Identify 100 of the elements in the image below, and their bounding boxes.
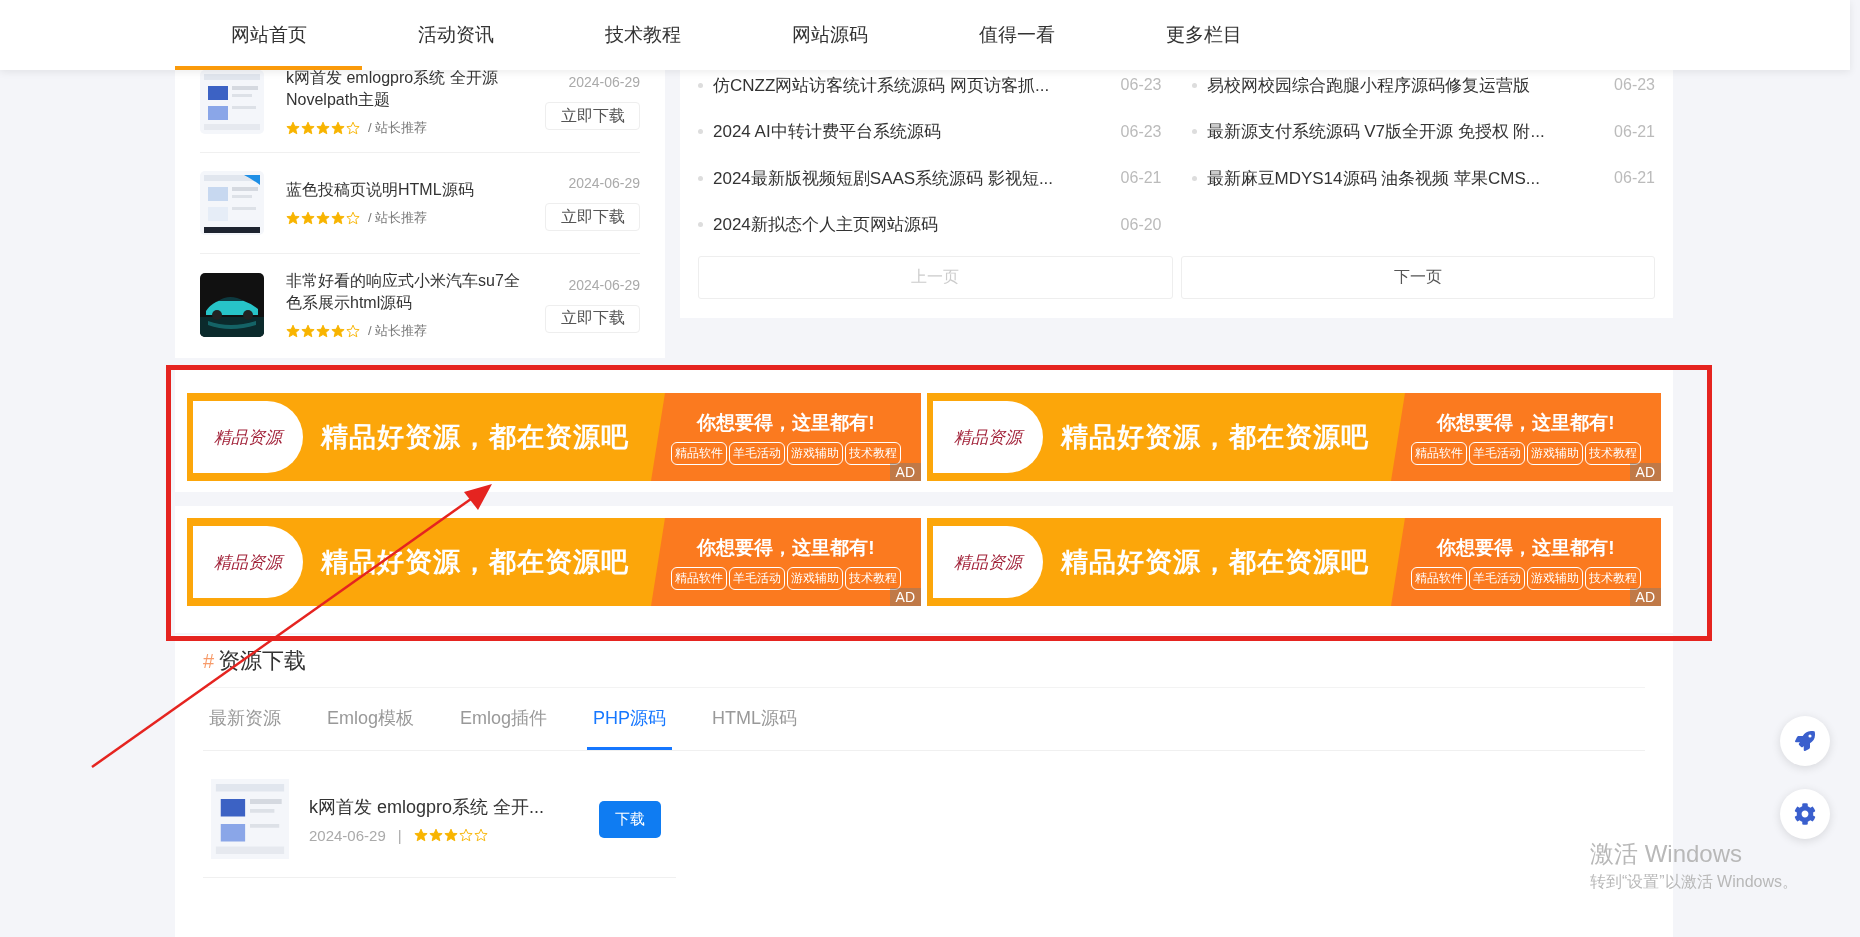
- star-icon: [331, 121, 345, 135]
- news-date: 06-23: [1614, 76, 1655, 95]
- star-icon: [301, 323, 315, 338]
- resource-title[interactable]: 蓝色投稿页说明HTML源码: [286, 179, 523, 201]
- back-to-top-button[interactable]: [1780, 716, 1830, 766]
- ad-logo: 精品资源: [193, 526, 303, 598]
- recommend-tag: / 站长推荐: [368, 119, 428, 137]
- ad-logo: 精品资源: [933, 401, 1043, 473]
- ad-logo: 精品资源: [193, 401, 303, 473]
- ad-tag: 羊毛活动: [729, 566, 785, 590]
- star-icon: [473, 828, 488, 842]
- settings-button[interactable]: [1780, 789, 1830, 839]
- pager-button[interactable]: 下一页: [1180, 256, 1655, 299]
- nav-tab[interactable]: 技术教程: [549, 0, 736, 70]
- star-icon: [443, 828, 458, 842]
- star-icon: [428, 828, 443, 842]
- ad-tag: 羊毛活动: [1469, 566, 1525, 590]
- ad-badge: AD: [1629, 588, 1661, 606]
- news-title[interactable]: 仿CNZZ网站访客统计系统源码 网页访客抓...: [713, 73, 1111, 97]
- ad-headline: 精品好资源，都在资源吧: [321, 421, 629, 454]
- settings-icon: [1794, 803, 1816, 825]
- ad-badge: AD: [889, 588, 921, 606]
- ad-banner[interactable]: 精品资源 精品好资源，都在资源吧 你想要得，这里都有! 精品软件 羊毛活动 游戏辅助 技术教程 AD: [927, 393, 1661, 481]
- ad-tag: 游戏辅助: [1527, 566, 1583, 590]
- resource-date: 2024-06-29: [568, 276, 640, 293]
- bullet-icon: [698, 129, 703, 135]
- news-title[interactable]: 2024新拟态个人主页网站源码: [713, 213, 1111, 237]
- recommend-tag: / 站长推荐: [368, 209, 428, 227]
- news-date: 06-21: [1614, 169, 1655, 188]
- resource-date: 2024-06-29: [309, 826, 386, 844]
- ad-tag: 技术教程: [845, 566, 901, 590]
- resource-title[interactable]: 非常好看的响应式小米汽车su7全色系展示html源码: [286, 269, 523, 314]
- resource-date: 2024-06-29: [568, 175, 640, 191]
- nav-tab[interactable]: 更多栏目: [1110, 0, 1297, 70]
- ad-tag: 技术教程: [1585, 441, 1641, 465]
- ad-slogan: 你想要得，这里都有!: [697, 535, 875, 560]
- download-button[interactable]: 立即下载: [545, 203, 640, 231]
- ad-tag: 羊毛活动: [1469, 441, 1525, 465]
- star-icon: [458, 828, 473, 842]
- ad-tag: 精品软件: [671, 441, 727, 465]
- rocket-icon: [1795, 731, 1815, 751]
- star-icon: [301, 211, 315, 225]
- star-icon: [286, 211, 300, 225]
- ad-tag: 羊毛活动: [729, 441, 785, 465]
- star-icon: [346, 121, 360, 135]
- resource-title[interactable]: k网首发 emlogpro系统 全开...: [309, 794, 579, 819]
- category-tab[interactable]: PHP源码: [587, 688, 673, 750]
- news-title[interactable]: 2024最新版视频短剧SAAS系统源码 影视短...: [713, 166, 1111, 190]
- news-date: 06-21: [1120, 169, 1162, 188]
- bullet-icon: [1191, 82, 1197, 88]
- resource-title[interactable]: k网首发 emlogpro系统 全开源Novelpath主题: [286, 67, 523, 111]
- bullet-icon: [698, 175, 703, 181]
- ad-tag: 游戏辅助: [787, 566, 843, 590]
- ad-tag: 精品软件: [1411, 441, 1467, 465]
- star-icon: [331, 211, 345, 225]
- ad-slogan: 你想要得，这里都有!: [1437, 535, 1615, 560]
- download-button[interactable]: 下载: [599, 800, 661, 838]
- ad-badge: AD: [1629, 463, 1661, 481]
- star-icon: [286, 121, 300, 135]
- ad-slogan: 你想要得，这里都有!: [1437, 410, 1615, 435]
- separator: |: [397, 826, 402, 844]
- activation-title: 激活 Windows: [1590, 839, 1744, 869]
- news-date: 06-23: [1120, 122, 1162, 141]
- ad-tag: 技术教程: [845, 441, 901, 465]
- news-date: 06-23: [1120, 76, 1162, 95]
- news-date: 06-20: [1120, 215, 1162, 234]
- download-button[interactable]: 立即下载: [545, 304, 640, 333]
- ad-banner[interactable]: 精品资源 精品好资源，都在资源吧 你想要得，这里都有! 精品软件 羊毛活动 游戏辅助 技术教程 AD: [927, 518, 1661, 606]
- nav-tab[interactable]: 活动资讯: [362, 0, 549, 70]
- nav-tab[interactable]: 网站源码: [736, 0, 923, 70]
- news-title[interactable]: 易校网校园综合跑腿小程序源码修复运营版: [1206, 73, 1605, 97]
- ad-slogan: 你想要得，这里都有!: [697, 410, 875, 435]
- bullet-icon: [1191, 175, 1197, 181]
- star-icon: [301, 121, 315, 135]
- star-icon: [316, 121, 330, 135]
- download-button[interactable]: 立即下载: [545, 102, 640, 130]
- star-icon: [316, 211, 330, 225]
- star-icon: [286, 323, 300, 338]
- ad-tag: 精品软件: [671, 566, 727, 590]
- star-icon: [413, 828, 428, 842]
- news-title[interactable]: 2024 AI中转计费平台系统源码: [713, 120, 1111, 144]
- star-icon: [316, 323, 330, 338]
- bullet-icon: [698, 222, 703, 228]
- ad-headline: 精品好资源，都在资源吧: [1061, 546, 1369, 579]
- activation-hint: 转到“设置”以激活 Windows。: [1590, 872, 1798, 892]
- ad-banner[interactable]: 精品资源 精品好资源，都在资源吧 你想要得，这里都有! 精品软件 羊毛活动 游戏辅助 技术教程 AD: [187, 393, 921, 481]
- star-icon: [346, 323, 360, 338]
- nav-tab[interactable]: 值得一看: [923, 0, 1110, 70]
- ad-tag: 精品软件: [1411, 566, 1467, 590]
- ad-tag: 游戏辅助: [787, 441, 843, 465]
- section-heading: 资源下载: [218, 647, 307, 675]
- recommend-tag: / 站长推荐: [368, 321, 428, 340]
- ad-badge: AD: [889, 463, 921, 481]
- bullet-icon: [698, 82, 703, 88]
- ad-tag: 游戏辅助: [1527, 441, 1583, 465]
- news-title[interactable]: 最新源支付系统源码 V7版全开源 免授权 附...: [1206, 120, 1605, 144]
- ad-headline: 精品好资源，都在资源吧: [1061, 421, 1369, 454]
- bullet-icon: [1191, 129, 1197, 135]
- news-date: 06-21: [1614, 122, 1655, 141]
- news-title[interactable]: 最新麻豆MDYS14源码 油条视频 苹果CMS...: [1206, 166, 1605, 190]
